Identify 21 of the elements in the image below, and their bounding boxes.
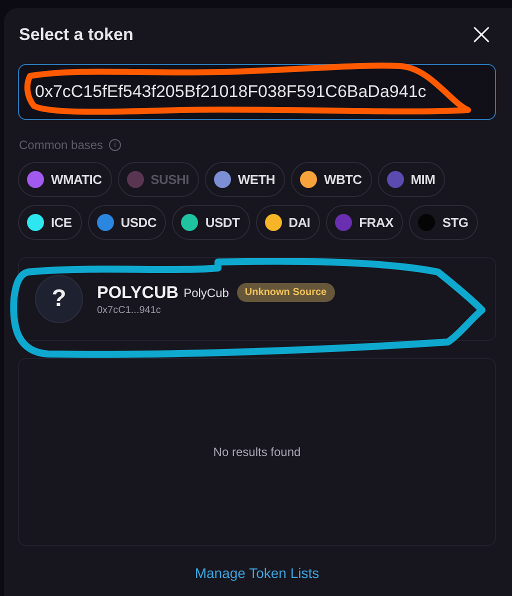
warning-badge: Unknown Source (236, 283, 335, 302)
token-chip[interactable]: USDT (172, 205, 250, 240)
token-chip[interactable]: STG (409, 205, 478, 240)
token-row[interactable]: ? POLYCUB PolyCub Unknown Source 0x7cC1...941c (18, 257, 496, 341)
manage-lists-link[interactable]: Manage Token Lists (194, 565, 320, 581)
section-label: Common bases (19, 138, 104, 152)
close-button[interactable]: × (466, 21, 496, 49)
empty-message: No results found (213, 445, 301, 459)
dialog-title: Select a token (19, 25, 134, 45)
token-chip[interactable]: WMATIC (18, 162, 112, 197)
token-name: PolyCub (184, 286, 229, 300)
token-chip[interactable]: ICE (18, 205, 82, 240)
token-symbol: POLYCUB (97, 282, 179, 302)
token-chip[interactable]: WBTC (290, 162, 372, 197)
token-address: 0x7cC1...941c (97, 304, 162, 316)
token-chip[interactable]: WETH (204, 162, 285, 197)
token-chip[interactable]: MIM (378, 162, 446, 197)
token-chip[interactable]: FRAX (326, 205, 404, 240)
token-chip[interactable]: USDC (88, 205, 166, 240)
token-chip[interactable]: DAI (256, 205, 320, 240)
unknown-token-icon: ? (35, 275, 83, 323)
